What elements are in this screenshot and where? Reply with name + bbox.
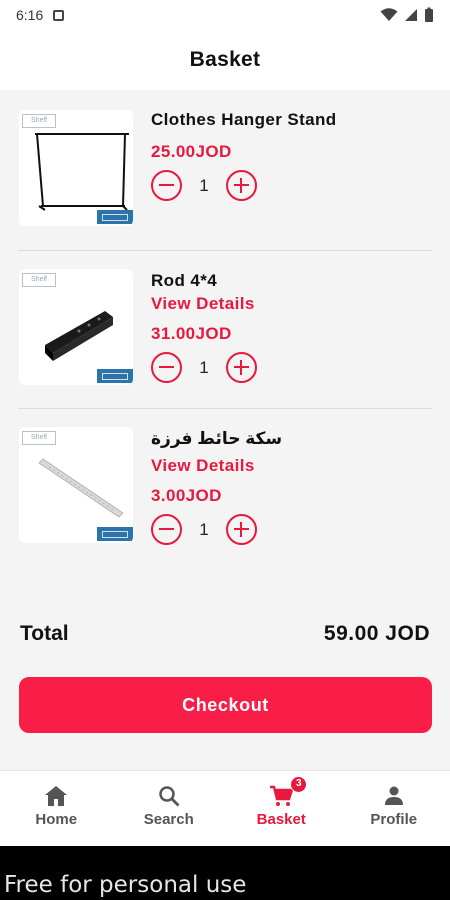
quantity-stepper: 1 [151, 170, 257, 201]
bottom-navigation: Home Search 3 Basket Profile [0, 770, 450, 846]
nav-label: Home [35, 811, 78, 828]
product-image[interactable]: Shelf [19, 269, 133, 385]
view-details-link[interactable]: View Details [151, 456, 255, 476]
rod-illustration [45, 311, 113, 361]
cart-icon [270, 785, 294, 806]
quantity-value: 1 [199, 357, 209, 377]
watermark-banner: Free for personal use [0, 846, 450, 900]
product-image[interactable]: Shelf [19, 110, 133, 226]
wall-rail-illustration [38, 458, 124, 518]
item-price: 3.00JOD [151, 486, 222, 505]
status-time: 6:16 [16, 7, 44, 23]
nav-home[interactable]: Home [0, 771, 113, 846]
hanger-stand-illustration [35, 133, 129, 211]
cart-count-badge: 3 [290, 776, 308, 793]
brand-tag [97, 210, 133, 224]
nav-label: Search [143, 811, 194, 828]
item-name[interactable]: سكة حائط فرزة [151, 429, 282, 449]
increase-quantity-button[interactable] [226, 514, 257, 545]
nav-profile[interactable]: Profile [338, 771, 450, 846]
home-icon [45, 786, 68, 806]
person-icon [384, 786, 403, 805]
product-image[interactable]: Shelf [19, 427, 133, 543]
increase-quantity-button[interactable] [226, 170, 257, 201]
increase-quantity-button[interactable] [226, 352, 257, 383]
item-name[interactable]: Clothes Hanger Stand [151, 110, 337, 130]
nav-label: Profile [370, 811, 418, 828]
view-details-link[interactable]: View Details [151, 294, 255, 314]
item-name[interactable]: Rod 4*4 [151, 271, 217, 291]
nav-search[interactable]: Search [113, 771, 226, 846]
app-bar: Basket [0, 30, 450, 90]
basket-item: Shelf Rod 4*4 View Details 31.00JOD 1 [18, 250, 432, 408]
quantity-stepper: 1 [151, 514, 257, 545]
quantity-value: 1 [199, 175, 209, 195]
item-price: 31.00JOD [151, 324, 232, 343]
basket-list: Shelf Clothes Hanger Stand 25.00JOD 1 Sh… [0, 92, 450, 566]
decrease-quantity-button[interactable] [151, 170, 182, 201]
nav-basket[interactable]: 3 Basket [225, 771, 338, 846]
watermark-text: Free for personal use [4, 872, 247, 898]
page-title: Basket [189, 48, 261, 71]
quantity-value: 1 [199, 519, 209, 539]
checkout-button[interactable]: Checkout [19, 677, 432, 733]
brand-tag [97, 369, 133, 383]
notification-icon [53, 9, 65, 21]
status-bar: 6:16 [0, 0, 450, 30]
basket-item: Shelf سكة حائط فرزة View Details 3.00JOD… [18, 408, 432, 566]
decrease-quantity-button[interactable] [151, 352, 182, 383]
decrease-quantity-button[interactable] [151, 514, 182, 545]
wifi-icon [380, 8, 398, 21]
nav-label: Basket [256, 811, 306, 828]
item-price: 25.00JOD [151, 142, 232, 161]
search-icon [159, 786, 180, 807]
basket-item: Shelf Clothes Hanger Stand 25.00JOD 1 [18, 92, 432, 250]
quantity-stepper: 1 [151, 352, 257, 383]
total-row: Total 59.00 JOD [20, 622, 430, 646]
battery-icon [425, 7, 433, 22]
signal-icon [405, 9, 417, 21]
status-icons [380, 7, 434, 23]
total-amount: 59.00 JOD [323, 622, 430, 645]
total-label: Total [20, 622, 69, 645]
brand-tag [97, 527, 133, 541]
